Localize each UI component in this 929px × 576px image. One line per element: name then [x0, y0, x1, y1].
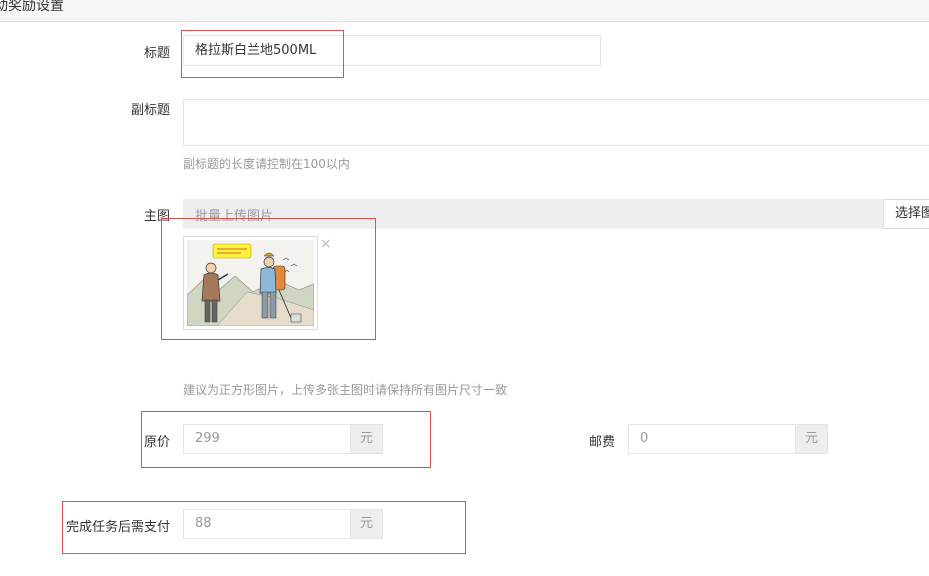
subtitle-textarea[interactable]: [183, 99, 929, 146]
select-image-button[interactable]: 选择图: [883, 199, 929, 229]
highlight-box-original-price: [141, 411, 431, 468]
title-label: 标题: [143, 46, 170, 61]
shipping-label: 邮费: [588, 435, 615, 450]
section-header: 动奖励设置: [0, 0, 929, 22]
subtitle-label: 副标题: [130, 103, 170, 118]
main-image-help-text: 建议为正方形图片，上传多张主图时请保持所有图片尺寸一致: [183, 383, 508, 397]
main-image-label: 主图: [143, 209, 170, 224]
shipping-unit: 元: [795, 424, 828, 454]
section-title: 动奖励设置: [0, 0, 64, 14]
highlight-box-title: [181, 30, 344, 78]
highlight-box-main-image: [161, 218, 376, 340]
highlight-box-pay-after-task: [62, 501, 466, 554]
shipping-input[interactable]: 0: [628, 424, 796, 454]
subtitle-help-text: 副标题的长度请控制在100以内: [183, 157, 350, 171]
